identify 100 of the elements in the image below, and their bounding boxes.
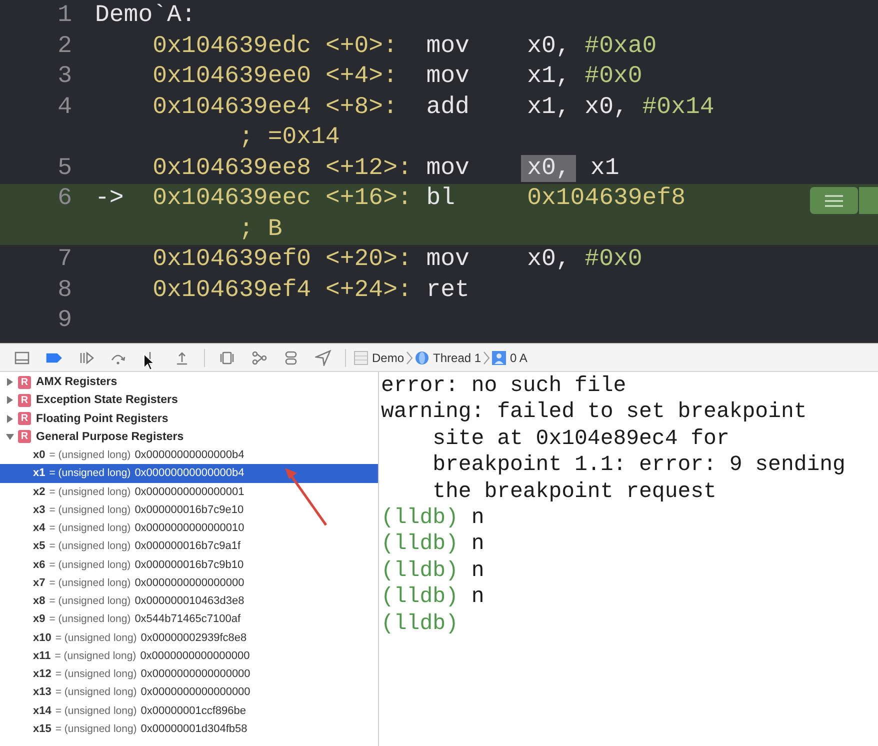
variable-value: 0x00000002939fc8e8 xyxy=(140,632,247,644)
variable-row[interactable]: x10 = (unsigned long) 0x00000002939fc8e8 xyxy=(0,628,378,647)
instruction-offset: <+8>: xyxy=(325,94,398,120)
variable-value: 0x000000016b7c9a1f xyxy=(134,540,241,552)
function-label: Demo`A: xyxy=(95,2,196,29)
operand: #0xa0 xyxy=(584,32,657,60)
mnemonic: mov xyxy=(426,245,470,275)
variable-row[interactable]: x5 = (unsigned long) 0x000000016b7c9a1f xyxy=(0,537,378,556)
variable-row[interactable]: x7 = (unsigned long) 0x0000000000000000 xyxy=(0,574,378,592)
variable-row[interactable]: x8 = (unsigned long) 0x000000010463d3e8 xyxy=(0,592,378,610)
variable-value: 0x00000001ccf896be xyxy=(140,704,246,717)
register-badge: R xyxy=(18,430,31,444)
console-command: n xyxy=(471,558,484,584)
selected-variable-row[interactable]: x1 = (unsigned long) 0x00000000000000b4 xyxy=(0,464,378,482)
instruction-address: 0x104639eec xyxy=(152,185,312,212)
annotation-arrow xyxy=(282,466,330,528)
console-output: warning: failed to set breakpoint xyxy=(381,399,808,426)
variable-type: = (unsigned long) xyxy=(55,704,137,717)
variable-value: 0x000000016b7c9b10 xyxy=(134,558,244,571)
operand: x1 xyxy=(590,154,620,182)
view-hierarchy-icon xyxy=(219,350,235,366)
variable-value: 0x0000000000000000 xyxy=(140,668,250,680)
breadcrumb-item[interactable]: Thread 1 xyxy=(413,346,484,368)
variable-row[interactable]: x15 = (unsigned long) 0x00000001d304fb58 xyxy=(0,720,378,738)
variable-name: x6 xyxy=(33,558,46,571)
mnemonic: bl xyxy=(426,184,456,214)
disclosure-triangle-right-icon[interactable] xyxy=(6,378,14,386)
instruction-address: 0x104639ee0 xyxy=(152,63,312,90)
chevron-icon xyxy=(483,350,490,364)
variable-name: x8 xyxy=(33,595,46,608)
variable-row[interactable]: x11 = (unsigned long) 0x0000000000000000 xyxy=(0,646,378,665)
variable-type: = (unsigned long) xyxy=(49,504,131,516)
variable-type: = (unsigned long) xyxy=(49,613,131,626)
lldb-prompt: (lldb) xyxy=(381,610,458,638)
step-out-icon xyxy=(174,350,190,366)
register-group-row[interactable]: R Floating Point Registers xyxy=(0,410,378,428)
operand: x0, xyxy=(527,246,570,273)
console-command: n xyxy=(471,505,484,532)
variable-row[interactable]: x0 = (unsigned long) 0x00000000000000b4 xyxy=(0,446,378,464)
mnemonic: mov xyxy=(426,154,470,184)
variable-name: x4 xyxy=(33,522,46,534)
variable-name: x11 xyxy=(33,650,51,662)
instruction-offset: <+24>: xyxy=(325,276,412,304)
disclosure-triangle-right-icon[interactable] xyxy=(6,414,14,423)
app-grid-icon xyxy=(354,350,368,364)
variable-row[interactable]: x2 = (unsigned long) 0x0000000000000001 xyxy=(0,482,378,501)
variable-row[interactable]: x13 = (unsigned long) 0x0000000000000000 xyxy=(0,683,378,702)
line-number: 7 xyxy=(56,245,72,275)
console-command: n xyxy=(471,584,484,611)
register-group-row[interactable]: R Exception State Registers xyxy=(0,391,378,410)
variable-name: x15 xyxy=(33,722,52,735)
variable-row[interactable]: x9 = (unsigned long) 0x544b71465c7100af xyxy=(0,610,378,628)
code-comment: ; =0x14 xyxy=(238,123,341,153)
variable-name: x10 xyxy=(33,632,52,644)
stack-frame-icon xyxy=(492,350,506,364)
environment-icon xyxy=(283,350,299,366)
breadcrumb-item[interactable]: Demo xyxy=(352,346,406,368)
variable-value: 0x000000010463d3e8 xyxy=(134,595,244,608)
variable-name: x7 xyxy=(33,576,46,589)
variable-row[interactable]: x6 = (unsigned long) 0x000000016b7c9b10 xyxy=(0,556,378,574)
variable-type: = (unsigned long) xyxy=(55,668,137,680)
variable-type: = (unsigned long) xyxy=(55,722,137,735)
group-name: Exception State Registers xyxy=(36,394,178,406)
instruction-offset: <+20>: xyxy=(325,246,412,273)
register-group-row[interactable]: R General Purpose Registers xyxy=(0,428,378,446)
console-output: breakpoint 1.1: error: 9 sending xyxy=(432,452,846,479)
variable-name: x9 xyxy=(33,613,46,626)
disclosure-triangle-down-icon[interactable] xyxy=(6,432,14,441)
program-counter-handle[interactable] xyxy=(810,187,858,214)
console-output: the breakpoint request xyxy=(432,478,718,506)
variable-type: = (unsigned long) xyxy=(49,576,131,589)
instruction-offset: <+12>: xyxy=(325,154,412,182)
instruction-address: 0x104639edc xyxy=(152,32,312,60)
chevron-icon xyxy=(406,350,414,364)
line-number: 9 xyxy=(56,306,72,336)
variable-row[interactable]: x12 = (unsigned long) 0x0000000000000000 xyxy=(0,665,378,684)
variable-value: 0x544b71465c7100af xyxy=(134,613,241,626)
variable-type: = (unsigned long) xyxy=(55,686,137,698)
variable-type: = (unsigned long) xyxy=(49,467,131,480)
lldb-prompt: (lldb) xyxy=(381,505,458,532)
variable-row[interactable]: x4 = (unsigned long) 0x0000000000000010 xyxy=(0,519,378,538)
line-number: 5 xyxy=(56,154,72,184)
variable-value: 0x00000000000000b4 xyxy=(134,449,244,462)
breadcrumb-item[interactable]: 0 A xyxy=(490,346,530,368)
variable-row[interactable]: x3 = (unsigned long) 0x000000016b7c9e10 xyxy=(0,500,378,519)
operand: 0x104639ef8 xyxy=(527,185,686,212)
register-group-row[interactable]: R AMX Registers xyxy=(0,373,378,392)
console-output: site at 0x104e89ec4 for xyxy=(432,426,730,452)
variable-value: 0x0000000000000000 xyxy=(134,576,244,589)
mnemonic: add xyxy=(426,92,470,122)
instruction-address: 0x104639ee4 xyxy=(152,94,312,120)
thread-icon xyxy=(415,350,430,364)
operand: #0x0 xyxy=(584,63,642,90)
disclosure-triangle-right-icon[interactable] xyxy=(6,396,14,404)
instruction-address: 0x104639ef4 xyxy=(152,276,312,304)
variable-value: 0x00000000000000b4 xyxy=(134,467,244,480)
variable-row[interactable]: x14 = (unsigned long) 0x00000001ccf896be xyxy=(0,702,378,720)
variable-name: x5 xyxy=(33,540,46,552)
variable-value: 0x0000000000000001 xyxy=(134,486,244,498)
lines-icon xyxy=(825,194,843,206)
